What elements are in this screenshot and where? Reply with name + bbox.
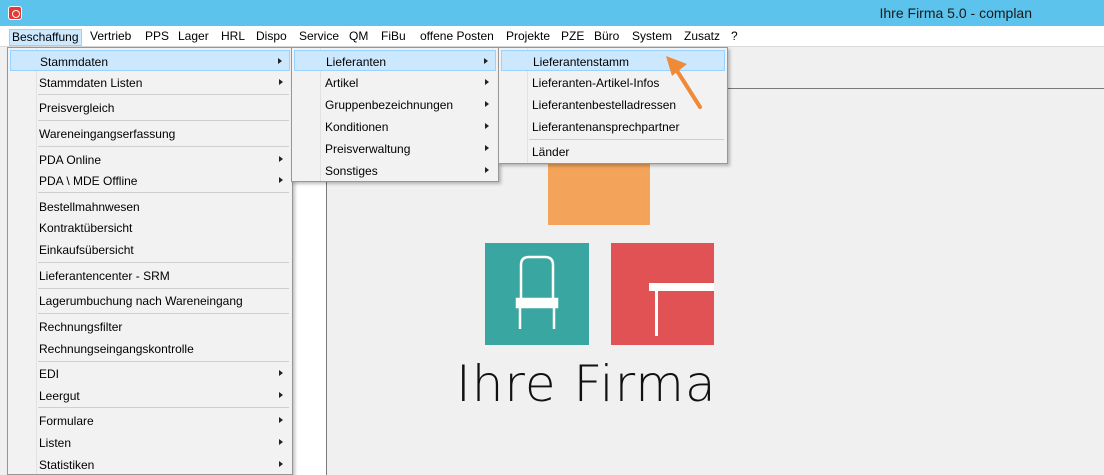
pointer-arrow-icon bbox=[666, 56, 702, 109]
menu-separator bbox=[38, 192, 289, 193]
menu-item-bestellmahnwesen[interactable]: Bestellmahnwesen bbox=[10, 196, 290, 217]
workspace-divider bbox=[727, 88, 1104, 89]
menu-separator bbox=[38, 94, 289, 95]
menu-separator bbox=[38, 407, 289, 408]
submenu-arrow-icon bbox=[279, 370, 283, 376]
menu-item-lieferanten[interactable]: Lieferanten bbox=[294, 50, 496, 71]
submenu-arrow-icon bbox=[484, 58, 488, 64]
menu-item-preisvergleich[interactable]: Preisvergleich bbox=[10, 97, 290, 118]
menu-item-edi[interactable]: EDI bbox=[10, 363, 290, 384]
menu-item-artikel[interactable]: Artikel bbox=[294, 72, 496, 93]
window-title: Ihre Firma 5.0 - complan bbox=[879, 5, 1033, 21]
menu-separator bbox=[38, 288, 289, 289]
menu-qm[interactable]: QM bbox=[347, 29, 370, 46]
submenu-arrow-icon bbox=[279, 392, 283, 398]
menu-offene-posten[interactable]: offene Posten bbox=[418, 29, 496, 46]
menu-bar: Beschaffung Vertrieb PPS Lager HRL Dispo… bbox=[0, 26, 1104, 47]
submenu-arrow-icon bbox=[485, 79, 489, 85]
submenu-arrow-icon bbox=[279, 439, 283, 445]
menu-separator bbox=[38, 361, 289, 362]
menu-item-lagerumbuchung[interactable]: Lagerumbuchung nach Wareneingang bbox=[10, 290, 290, 311]
menu-item-pda-online[interactable]: PDA Online bbox=[10, 149, 290, 170]
menu-item-stammdaten[interactable]: Stammdaten bbox=[10, 50, 290, 71]
menu-item-gruppenbezeichnungen[interactable]: Gruppenbezeichnungen bbox=[294, 94, 496, 115]
menu-item-leergut[interactable]: Leergut bbox=[10, 385, 290, 406]
menu-pze[interactable]: PZE bbox=[559, 29, 586, 46]
menu-item-pda-mde-offline[interactable]: PDA \ MDE Offline bbox=[10, 170, 290, 191]
table-icon bbox=[649, 283, 714, 336]
menu-item-listen[interactable]: Listen bbox=[10, 432, 290, 453]
menu-item-laender[interactable]: Länder bbox=[501, 141, 725, 162]
menu-hrl[interactable]: HRL bbox=[219, 29, 247, 46]
menu-item-sonstiges[interactable]: Sonstiges bbox=[294, 160, 496, 181]
menu-item-formulare[interactable]: Formulare bbox=[10, 410, 290, 431]
submenu-arrow-icon bbox=[485, 101, 489, 107]
table-logo-icon bbox=[611, 243, 714, 345]
menu-separator bbox=[38, 120, 289, 121]
submenu-arrow-icon bbox=[279, 79, 283, 85]
menu-item-statistiken[interactable]: Statistiken bbox=[10, 454, 290, 475]
submenu-arrow-icon bbox=[485, 123, 489, 129]
menu-help[interactable]: ? bbox=[729, 29, 740, 46]
menu-dispo[interactable]: Dispo bbox=[254, 29, 289, 46]
submenu-arrow-icon bbox=[279, 461, 283, 467]
menu-item-wareneingangserfassung[interactable]: Wareneingangserfassung bbox=[10, 123, 290, 144]
menu-item-konditionen[interactable]: Konditionen bbox=[294, 116, 496, 137]
menu-item-einkaufsuebersicht[interactable]: Einkaufsübersicht bbox=[10, 239, 290, 260]
menu-pps[interactable]: PPS bbox=[143, 29, 171, 46]
menu-item-rechnungseingangskontrolle[interactable]: Rechnungseingangskontrolle bbox=[10, 338, 290, 359]
chair-logo-icon bbox=[485, 243, 589, 345]
menu-beschaffung[interactable]: Beschaffung bbox=[9, 29, 82, 46]
menu-system[interactable]: System bbox=[630, 29, 674, 46]
submenu-arrow-icon bbox=[279, 156, 283, 162]
chair-icon bbox=[515, 255, 559, 329]
menu-separator bbox=[529, 139, 724, 140]
menu-service[interactable]: Service bbox=[297, 29, 341, 46]
left-panel-strip bbox=[293, 180, 326, 475]
logo-box-icon bbox=[548, 160, 650, 225]
menu-stammdaten-submenu: Lieferanten Artikel Gruppenbezeichnungen… bbox=[291, 47, 499, 182]
menu-lager[interactable]: Lager bbox=[176, 29, 211, 46]
submenu-arrow-icon bbox=[279, 417, 283, 423]
title-bar: Ihre Firma 5.0 - complan bbox=[0, 0, 1104, 26]
submenu-arrow-icon bbox=[278, 58, 282, 64]
menu-item-stammdaten-listen[interactable]: Stammdaten Listen bbox=[10, 72, 290, 93]
menu-item-preisverwaltung[interactable]: Preisverwaltung bbox=[294, 138, 496, 159]
menu-vertrieb[interactable]: Vertrieb bbox=[88, 29, 133, 46]
menu-separator bbox=[38, 146, 289, 147]
menu-item-rechnungsfilter[interactable]: Rechnungsfilter bbox=[10, 316, 290, 337]
logo-text: Ihre Firma bbox=[456, 355, 717, 413]
menu-item-lieferantenansprechpartner[interactable]: Lieferantenansprechpartner bbox=[501, 116, 725, 137]
submenu-arrow-icon bbox=[485, 167, 489, 173]
menu-separator bbox=[38, 313, 289, 314]
menu-item-lieferantencenter-srm[interactable]: Lieferantencenter - SRM bbox=[10, 265, 290, 286]
menu-buero[interactable]: Büro bbox=[592, 29, 621, 46]
app-icon[interactable] bbox=[8, 6, 22, 20]
submenu-arrow-icon bbox=[485, 145, 489, 151]
menu-separator bbox=[38, 262, 289, 263]
submenu-arrow-icon bbox=[279, 177, 283, 183]
menu-zusatz[interactable]: Zusatz bbox=[682, 29, 722, 46]
menu-beschaffung-dropdown: Stammdaten Stammdaten Listen Preisvergle… bbox=[7, 47, 293, 475]
menu-projekte[interactable]: Projekte bbox=[504, 29, 552, 46]
menu-item-kontraktuebersicht[interactable]: Kontraktübersicht bbox=[10, 217, 290, 238]
menu-fibu[interactable]: FiBu bbox=[379, 29, 408, 46]
